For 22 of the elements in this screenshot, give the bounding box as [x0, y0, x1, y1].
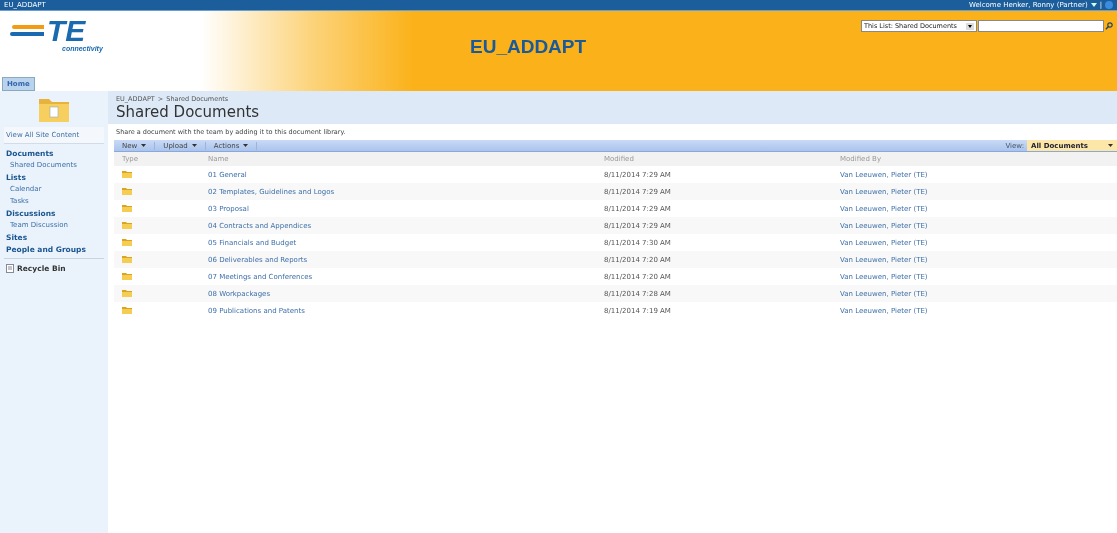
search-icon[interactable]: [1105, 22, 1113, 30]
caret-icon: [1090, 3, 1097, 7]
folder-icon: [122, 271, 132, 280]
folder-icon: [122, 305, 132, 314]
page-title: Shared Documents: [116, 103, 261, 121]
site-title: EU_ADDAPT: [470, 36, 587, 58]
caret-icon: [141, 144, 147, 147]
logo-text: TE: [47, 17, 86, 45]
caret-icon: [243, 144, 249, 147]
caret-icon: [1108, 144, 1113, 147]
folder-icon: [122, 169, 132, 178]
help-icon[interactable]: [1105, 1, 1113, 9]
dropdown-arrow-icon: [966, 22, 974, 30]
folder-icon: [122, 203, 132, 212]
recycle-bin-icon: [6, 264, 14, 273]
folder-icon: [122, 288, 132, 297]
folder-icon: [122, 237, 132, 246]
search-field[interactable]: [978, 20, 1104, 32]
folder-icon: [122, 254, 132, 263]
caret-icon: [191, 144, 197, 147]
folder-icon: [122, 186, 132, 195]
folder-icon: [122, 220, 132, 229]
